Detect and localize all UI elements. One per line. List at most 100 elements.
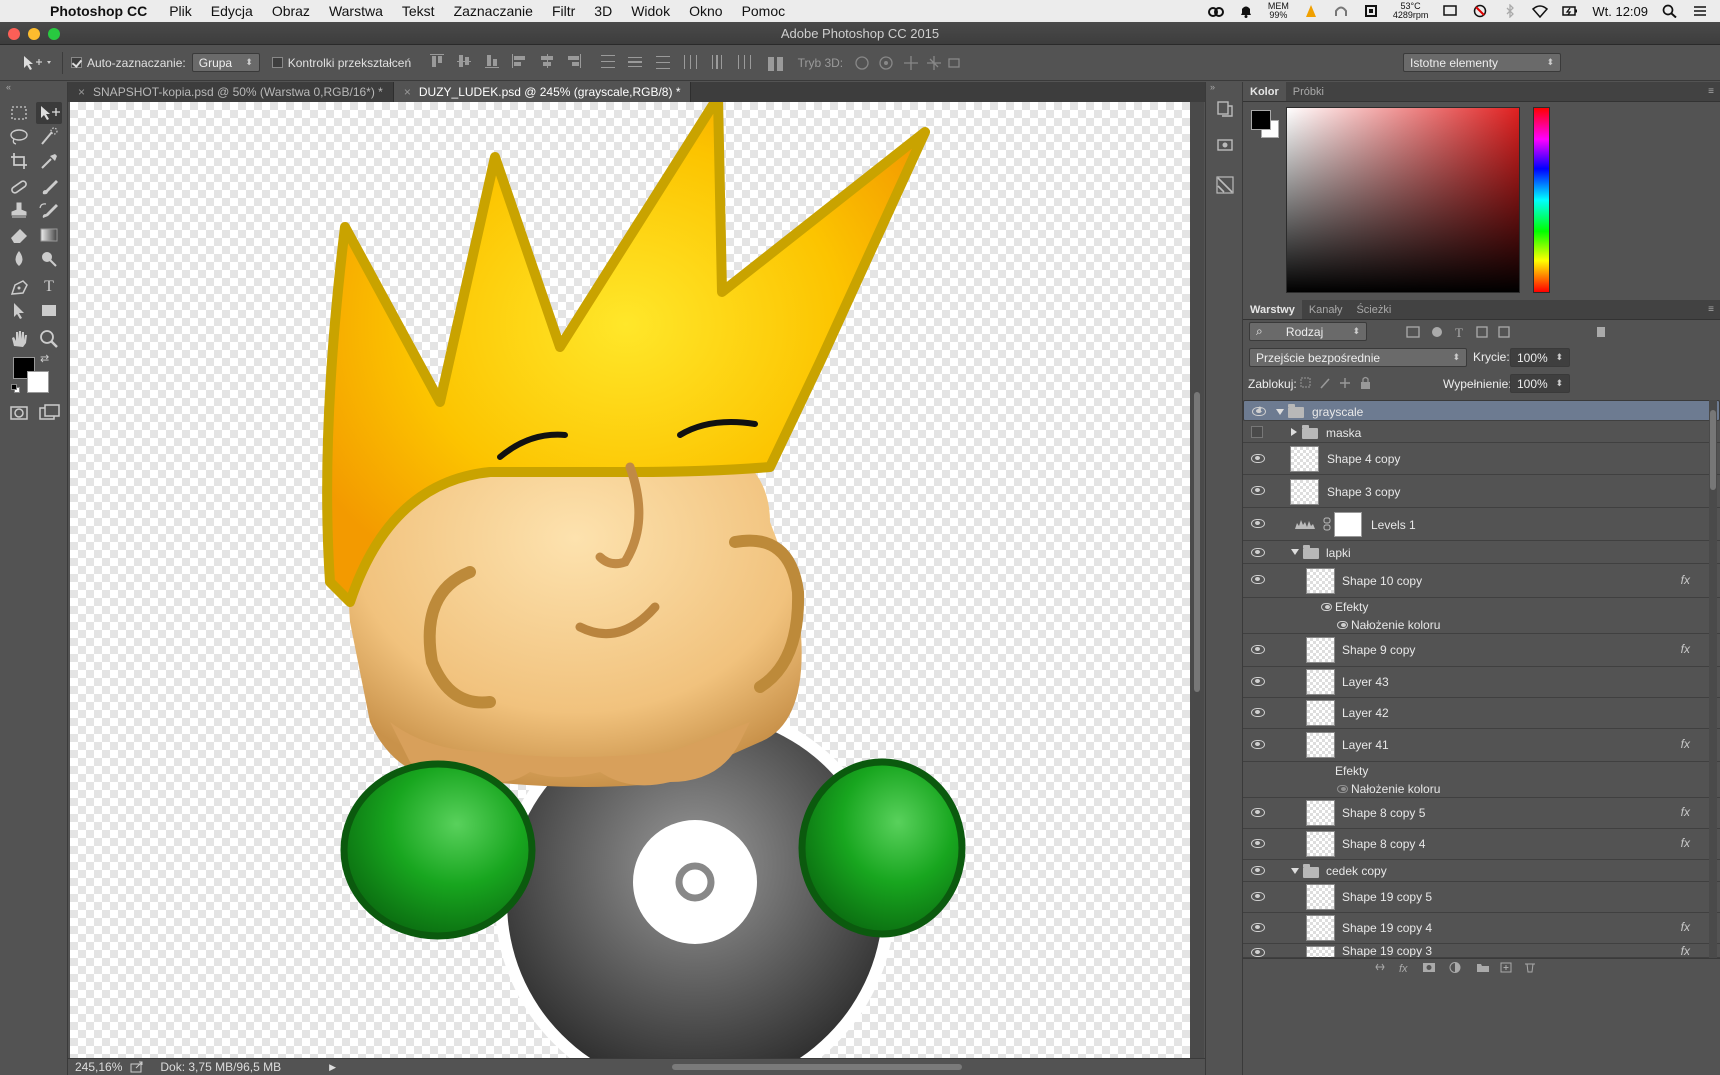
canvas-vertical-scrollbar[interactable] — [1190, 102, 1204, 1058]
layer-effects-row[interactable]: Efekty — [1243, 762, 1720, 780]
visibility-eye-icon[interactable] — [1251, 740, 1265, 749]
distribute-left-icon[interactable] — [681, 53, 699, 69]
color-picker-field[interactable] — [1286, 107, 1520, 293]
layer-row-group[interactable]: cedek copy — [1243, 860, 1720, 882]
visibility-eye-icon[interactable] — [1251, 866, 1265, 875]
expand-panels-icon[interactable]: » — [1210, 82, 1215, 92]
menu-pomoc[interactable]: Pomoc — [742, 3, 786, 19]
canvas-horizontal-scroll-thumb[interactable] — [672, 1064, 962, 1070]
menu-obraz[interactable]: Obraz — [272, 3, 310, 19]
layers-panel-menu-icon[interactable]: ≡ — [1708, 304, 1714, 315]
align-left-icon[interactable] — [510, 53, 528, 69]
tab-warstwy[interactable]: Warstwy — [1243, 300, 1302, 319]
menu-tekst[interactable]: Tekst — [402, 3, 435, 19]
zoom-level[interactable]: 245,16% — [75, 1060, 122, 1074]
expand-arrow-icon[interactable] — [1291, 549, 1299, 555]
layer-row-adjustment[interactable]: Levels 1 — [1243, 508, 1720, 541]
wifi-icon[interactable] — [1532, 4, 1549, 18]
visibility-eye-icon[interactable] — [1251, 708, 1265, 717]
battery-icon[interactable] — [1562, 4, 1578, 18]
3d-mode-tools[interactable] — [853, 55, 961, 71]
rectangle-tool-icon[interactable] — [36, 300, 62, 322]
doc-tab[interactable]: × SNAPSHOT-kopia.psd @ 50% (Warstwa 0,RGB… — [68, 82, 394, 102]
transform-controls-checkbox[interactable] — [271, 57, 283, 68]
visibility-eye-icon[interactable] — [1251, 575, 1265, 584]
menu-plik[interactable]: Plik — [169, 3, 192, 19]
effect-visibility-eye-icon[interactable] — [1337, 621, 1348, 629]
close-tab-icon[interactable]: × — [404, 85, 411, 99]
distribute-vcenter-icon[interactable] — [626, 53, 644, 69]
layer-row[interactable]: Shape 19 copy 3 fx — [1243, 944, 1720, 958]
color-panel-menu-icon[interactable]: ≡ — [1708, 86, 1714, 97]
layer-effects-icon[interactable]: fx — [1681, 920, 1690, 934]
auto-select-dropdown[interactable]: Grupa — [191, 53, 260, 72]
layer-row-group[interactable]: grayscale — [1243, 400, 1720, 421]
lock-icons[interactable] — [1299, 376, 1379, 390]
move-tool-icon[interactable] — [36, 102, 62, 124]
distribute-right-icon[interactable] — [736, 53, 754, 69]
visibility-eye-icon[interactable] — [1251, 839, 1265, 848]
notification-bell-icon[interactable] — [1238, 4, 1254, 18]
visibility-eye-icon[interactable] — [1252, 407, 1266, 416]
layer-row[interactable]: Shape 19 copy 5 — [1243, 882, 1720, 913]
visibility-eye-icon[interactable] — [1251, 519, 1265, 528]
align-top-icon[interactable] — [428, 53, 446, 69]
layer-row-group[interactable]: maska — [1243, 421, 1720, 443]
default-colors-icon[interactable] — [11, 384, 20, 393]
layer-row[interactable]: Layer 43 — [1243, 667, 1720, 698]
status-menu-arrow-icon[interactable]: ▶ — [329, 1062, 336, 1073]
lasso-tool-icon[interactable] — [6, 126, 32, 148]
notification-center-icon[interactable] — [1692, 4, 1708, 18]
path-selection-tool-icon[interactable] — [6, 300, 32, 322]
document-canvas[interactable] — [70, 102, 1190, 1058]
distribute-bottom-icon[interactable] — [654, 53, 672, 69]
creative-cloud-icon[interactable] — [1207, 4, 1224, 18]
align-right-icon[interactable] — [565, 53, 583, 69]
layer-row[interactable]: Layer 41 fx — [1243, 729, 1720, 762]
layer-row[interactable]: Layer 42 — [1243, 698, 1720, 729]
properties-panel-icon[interactable] — [1214, 174, 1236, 196]
visibility-eye-icon[interactable] — [1251, 548, 1265, 557]
layer-row[interactable]: Shape 8 copy 4 fx — [1243, 829, 1720, 860]
background-color-swatch[interactable] — [27, 371, 49, 393]
rectangular-marquee-tool-icon[interactable] — [6, 102, 32, 124]
memory-status[interactable]: MEM 99% — [1268, 2, 1289, 20]
opacity-field[interactable]: 100% — [1510, 348, 1570, 367]
layer-row[interactable]: Shape 3 copy — [1243, 475, 1720, 508]
layer-effects-icon[interactable]: fx — [1681, 737, 1690, 751]
visibility-eye-icon[interactable] — [1251, 892, 1265, 901]
auto-select-checkbox[interactable] — [71, 57, 82, 68]
export-icon[interactable] — [130, 1061, 144, 1073]
move-tool-preset-icon[interactable] — [20, 54, 54, 72]
effect-visibility-eye-icon[interactable] — [1321, 603, 1332, 611]
expand-arrow-icon[interactable] — [1276, 409, 1284, 415]
quick-mask-icon[interactable] — [6, 402, 32, 424]
layers-scrollbar[interactable] — [1709, 400, 1717, 960]
menu-edycja[interactable]: Edycja — [211, 3, 253, 19]
menu-3d[interactable]: 3D — [594, 3, 612, 19]
layer-footer-buttons[interactable]: fx — [1373, 961, 1543, 974]
zoom-tool-icon[interactable] — [36, 328, 62, 350]
display-icon[interactable] — [1442, 4, 1458, 18]
layer-effects-icon[interactable]: fx — [1681, 944, 1690, 957]
history-brush-tool-icon[interactable] — [36, 200, 62, 222]
tab-kanaly[interactable]: Kanały — [1302, 300, 1350, 319]
distribute-top-icon[interactable] — [599, 53, 617, 69]
vlc-cone-icon[interactable] — [1303, 4, 1319, 18]
dodge-tool-icon[interactable] — [36, 248, 62, 270]
layer-row[interactable]: Shape 9 copy fx — [1243, 634, 1720, 667]
color-hue-slider[interactable] — [1533, 107, 1550, 293]
effect-visibility-eye-icon[interactable] — [1337, 785, 1348, 793]
clock[interactable]: Wt. 12:09 — [1592, 4, 1648, 19]
close-tab-icon[interactable]: × — [78, 85, 85, 99]
fill-field[interactable]: 100% — [1510, 374, 1570, 393]
eyedropper-tool-icon[interactable] — [36, 150, 62, 172]
layer-row[interactable]: Shape 10 copy fx — [1243, 564, 1720, 598]
pen-tool-icon[interactable] — [6, 276, 32, 298]
doc-tab-active[interactable]: × DUZY_LUDEK.psd @ 245% (grayscale,RGB/8)… — [393, 82, 692, 102]
visibility-eye-icon[interactable] — [1251, 486, 1265, 495]
temperature-status[interactable]: 53°C 4289rpm — [1393, 2, 1429, 20]
layer-effect-row[interactable]: Nałożenie koloru — [1243, 616, 1720, 634]
mask-link-icon[interactable] — [1323, 517, 1331, 531]
headphones-icon[interactable] — [1333, 4, 1349, 18]
